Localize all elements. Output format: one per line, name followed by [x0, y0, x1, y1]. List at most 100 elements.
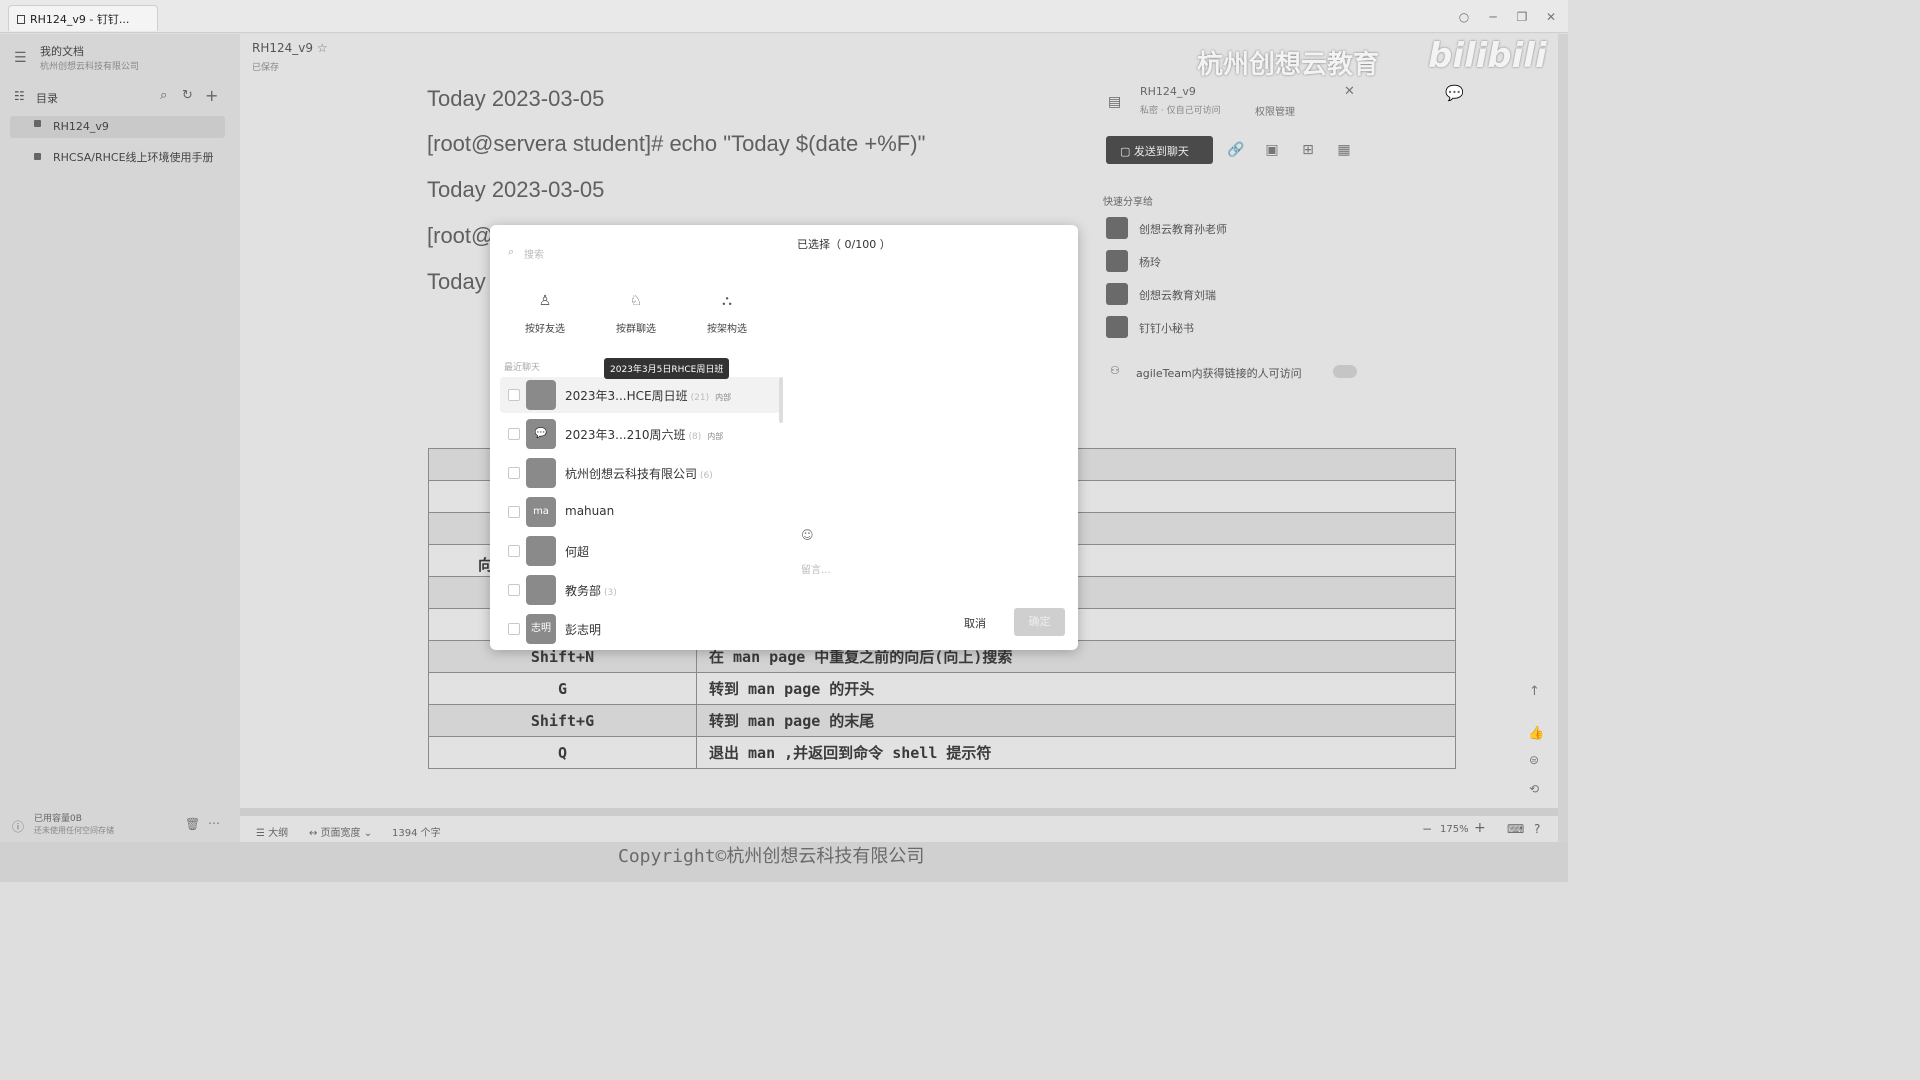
table-row: Q 退出 man ,并返回到命令 shell 提示符	[428, 736, 1456, 769]
keyboard-icon[interactable]: ⌨	[1507, 822, 1524, 836]
description-cell: 转到 man page 的开头	[696, 672, 1456, 705]
filter-by-friend[interactable]: ♙ 按好友选	[520, 293, 570, 335]
share-panel-subtitle: 私密 · 仅自己可访问	[1140, 106, 1221, 116]
page-width-dropdown[interactable]: ↔ 页面宽度 ⌄	[309, 824, 372, 839]
chat-list-item[interactable]: 杭州创想云科技有限公司 (6)	[500, 455, 780, 491]
more-icon[interactable]: ⋯	[208, 816, 220, 830]
scroll-top-icon[interactable]: ↑	[1529, 684, 1540, 699]
avatar	[1106, 217, 1128, 239]
avatar	[1106, 316, 1128, 338]
avatar	[1106, 250, 1128, 272]
toc-icon: ☷	[14, 89, 25, 103]
cancel-button[interactable]: 取消	[964, 615, 986, 631]
title-bar: RH124_v9 - 钉钉... ○ ─ ❐ ✕	[0, 0, 1568, 33]
emoji-icon[interactable]: ☺	[801, 528, 814, 542]
permission-link[interactable]: 权限管理	[1255, 103, 1295, 118]
key-cell: G	[428, 672, 697, 705]
link-access-toggle[interactable]	[1333, 365, 1357, 378]
select-checkbox[interactable]	[508, 506, 520, 518]
quick-share-contact[interactable]: 创想云教育孙老师	[1106, 217, 1356, 241]
star-icon[interactable]: ☆	[317, 41, 328, 55]
select-checkbox[interactable]	[508, 467, 520, 479]
outline-button[interactable]: ☰ 大纲	[256, 824, 288, 839]
share-icon[interactable]: ⟲	[1529, 782, 1539, 796]
chat-name: mahuan	[565, 504, 615, 518]
window-tab[interactable]: RH124_v9 - 钉钉...	[8, 5, 158, 31]
select-checkbox[interactable]	[508, 428, 520, 440]
send-to-chat-button[interactable]: ▢ 发送到聊天	[1106, 136, 1213, 164]
refresh-icon[interactable]: ↻	[182, 88, 193, 103]
trash-icon[interactable]: 🗑	[185, 817, 200, 831]
terminal-line: Today 2023-03-05	[427, 177, 605, 202]
share-dialog: ⌕ 搜索 已选择（ 0/100 ） ♙ 按好友选 ♘ 按群聊选 ⛬ 按架构选 最…	[490, 225, 1078, 650]
select-checkbox[interactable]	[508, 584, 520, 596]
info-icon[interactable]: ⓘ	[12, 818, 24, 835]
filter-by-group[interactable]: ♘ 按群聊选	[611, 293, 661, 335]
org-icon: ⛬	[722, 293, 732, 309]
filter-label: 按好友选	[525, 324, 565, 335]
horizontal-scrollbar[interactable]	[240, 808, 1558, 816]
scrollbar[interactable]	[1558, 34, 1568, 842]
sidebar-item-label: RHCSA/RHCE线上环境使用手册	[53, 151, 214, 164]
image-icon[interactable]: ▣	[1262, 140, 1282, 160]
comment-icon[interactable]: 💬	[1445, 84, 1464, 102]
qrcode-icon[interactable]: ⊞	[1298, 140, 1318, 160]
zoom-in-button[interactable]: +	[1474, 820, 1486, 836]
list-scrollbar[interactable]	[779, 377, 783, 423]
watermark-logo: bilibili	[1428, 36, 1547, 76]
help-icon[interactable]: ?	[1534, 822, 1540, 836]
like-icon[interactable]: 👍	[1528, 726, 1544, 741]
doc-title: RH124_v9 ☆	[252, 41, 328, 55]
zoom-out-button[interactable]: −	[1422, 822, 1432, 836]
close-window-button[interactable]: ✕	[1542, 8, 1560, 26]
copyright-text: Copyright©杭州创想云科技有限公司	[618, 846, 925, 867]
word-count: 1394 个字	[392, 828, 441, 839]
person-icon: ♙	[538, 293, 552, 309]
recent-chats-label: 最近聊天	[504, 363, 541, 373]
menu-icon[interactable]: ☰	[14, 50, 27, 66]
chat-list-item[interactable]: 2023年3...HCE周日班 (21) 内部	[500, 377, 780, 413]
add-icon[interactable]: +	[205, 86, 218, 105]
key-cell: Shift+G	[428, 704, 697, 737]
message-input[interactable]: 留言...	[801, 561, 831, 576]
doc-icon	[34, 153, 41, 160]
filter-label: 按架构选	[707, 324, 747, 335]
select-checkbox[interactable]	[508, 389, 520, 401]
quick-share-contact[interactable]: 创想云教育刘瑞	[1106, 283, 1356, 307]
description-cell: 退出 man ,并返回到命令 shell 提示符	[696, 736, 1456, 769]
terminal-line: Today	[427, 269, 486, 294]
search-input[interactable]: 搜索	[524, 246, 544, 261]
comment-icon[interactable]: ⊜	[1529, 753, 1539, 767]
sidebar-item-rh124[interactable]: RH124_v9	[10, 116, 225, 138]
storage-sub: 还未使用任何空间存储	[34, 826, 114, 835]
avatar: 志明	[526, 614, 556, 644]
select-checkbox[interactable]	[508, 545, 520, 557]
confirm-button[interactable]: 确定	[1014, 608, 1065, 636]
table-row: Shift+G 转到 man page 的末尾	[428, 704, 1456, 737]
close-icon[interactable]: ✕	[1344, 84, 1355, 99]
maximize-button[interactable]: ❐	[1513, 8, 1531, 26]
minimize-button[interactable]: ─	[1484, 8, 1502, 26]
filter-by-org[interactable]: ⛬ 按架构选	[702, 293, 752, 335]
chat-list-item[interactable]: ma mahuan	[500, 494, 780, 530]
sidebar-item-label: RH124_v9	[53, 120, 109, 133]
search-icon: ⌕	[508, 245, 515, 258]
chat-list-item[interactable]: 志明 彭志明	[500, 611, 780, 647]
avatar	[526, 380, 556, 410]
quick-share-contact[interactable]: 杨玲	[1106, 250, 1356, 274]
team-icon: ⚇	[1110, 364, 1120, 377]
tooltip: 2023年3月5日RHCE周日班	[604, 358, 730, 379]
search-icon[interactable]: ⌕	[160, 88, 167, 103]
select-checkbox[interactable]	[508, 623, 520, 635]
sidebar-title[interactable]: 我的文档	[40, 43, 84, 59]
chat-name: 彭志明	[565, 623, 602, 637]
chat-list-item[interactable]: 💬 2023年3...210周六班 (8) 内部	[500, 416, 780, 452]
chat-name: 2023年3...210周六班 (8) 内部	[565, 428, 724, 442]
chat-list-item[interactable]: 教务部 (3)	[500, 572, 780, 608]
pin-icon[interactable]: ○	[1455, 8, 1473, 26]
calendar-icon[interactable]: ▦	[1334, 140, 1354, 160]
quick-share-contact[interactable]: 钉钉小秘书	[1106, 316, 1356, 340]
chat-list-item[interactable]: 何超	[500, 533, 780, 569]
sidebar-item-rhcsa[interactable]: RHCSA/RHCE线上环境使用手册	[10, 146, 225, 168]
link-icon[interactable]: 🔗	[1226, 140, 1246, 160]
